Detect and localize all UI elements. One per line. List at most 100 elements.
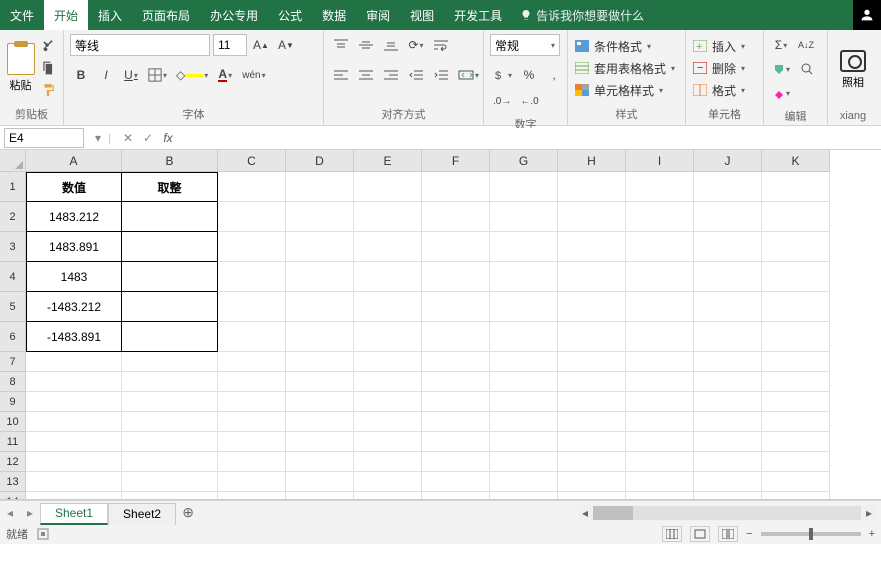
cell-I9[interactable] (626, 392, 694, 412)
row-header-5[interactable]: 5 (0, 292, 26, 322)
cell-C13[interactable] (218, 472, 286, 492)
cell-I3[interactable] (626, 232, 694, 262)
row-header-10[interactable]: 10 (0, 412, 26, 432)
cell-J11[interactable] (694, 432, 762, 452)
col-header-H[interactable]: H (558, 150, 626, 172)
scroll-thumb[interactable] (593, 506, 633, 520)
cell-H11[interactable] (558, 432, 626, 452)
cell-A9[interactable] (26, 392, 122, 412)
cell-G5[interactable] (490, 292, 558, 322)
borders-button[interactable]: ▾ (145, 64, 170, 86)
cell-K2[interactable] (762, 202, 830, 232)
cell-J10[interactable] (694, 412, 762, 432)
cell-G2[interactable] (490, 202, 558, 232)
decrease-decimal-button[interactable]: ←.0 (517, 90, 541, 112)
menu-文件[interactable]: 文件 (0, 0, 44, 30)
menu-开始[interactable]: 开始 (44, 0, 88, 30)
cell-H3[interactable] (558, 232, 626, 262)
format-as-table-button[interactable]: 套用表格格式▾ (574, 58, 675, 78)
zoom-in-button[interactable]: + (869, 528, 875, 540)
cell-K10[interactable] (762, 412, 830, 432)
cell-E3[interactable] (354, 232, 422, 262)
delete-cells-button[interactable]: −删除▾ (692, 58, 745, 78)
fill-color-button[interactable]: ◇▾ (173, 64, 211, 86)
cell-F11[interactable] (422, 432, 490, 452)
cell-J3[interactable] (694, 232, 762, 262)
cell-K13[interactable] (762, 472, 830, 492)
menu-视图[interactable]: 视图 (400, 0, 444, 30)
copy-button[interactable] (39, 59, 57, 77)
cell-E7[interactable] (354, 352, 422, 372)
cell-E13[interactable] (354, 472, 422, 492)
cell-I1[interactable] (626, 172, 694, 202)
cell-H2[interactable] (558, 202, 626, 232)
number-format-select[interactable]: 常规▾ (490, 34, 560, 56)
cell-K8[interactable] (762, 372, 830, 392)
cell-J7[interactable] (694, 352, 762, 372)
cell-D3[interactable] (286, 232, 354, 262)
cell-K3[interactable] (762, 232, 830, 262)
cell-H7[interactable] (558, 352, 626, 372)
sheet-nav-prev[interactable]: ▸ (20, 506, 40, 520)
cell-K1[interactable] (762, 172, 830, 202)
cell-F4[interactable] (422, 262, 490, 292)
cell-A1[interactable]: 数值 (26, 172, 122, 202)
cell-C12[interactable] (218, 452, 286, 472)
sheet-tab-Sheet1[interactable]: Sheet1 (40, 503, 108, 525)
cell-G9[interactable] (490, 392, 558, 412)
cell-F14[interactable] (422, 492, 490, 500)
cell-B12[interactable] (122, 452, 218, 472)
cell-C9[interactable] (218, 392, 286, 412)
cell-H10[interactable] (558, 412, 626, 432)
cell-E2[interactable] (354, 202, 422, 232)
underline-button[interactable]: U▾ (120, 64, 142, 86)
cell-A7[interactable] (26, 352, 122, 372)
namebox-dropdown[interactable]: ▾ (88, 131, 108, 145)
macro-recorder-icon[interactable] (36, 527, 50, 541)
scroll-track[interactable] (593, 506, 861, 520)
cell-G4[interactable] (490, 262, 558, 292)
cell-E9[interactable] (354, 392, 422, 412)
sort-filter-button[interactable]: A↓Z (795, 34, 817, 56)
cell-J6[interactable] (694, 322, 762, 352)
cell-B5[interactable] (122, 292, 218, 322)
percent-button[interactable]: % (518, 64, 540, 86)
phonetic-button[interactable]: wén▾ (239, 64, 268, 86)
find-select-button[interactable] (796, 58, 818, 80)
cell-H1[interactable] (558, 172, 626, 202)
cell-B1[interactable]: 取整 (122, 172, 218, 202)
cell-B7[interactable] (122, 352, 218, 372)
scroll-right-button[interactable]: ▸ (861, 506, 877, 520)
col-header-J[interactable]: J (694, 150, 762, 172)
row-header-9[interactable]: 9 (0, 392, 26, 412)
cell-D2[interactable] (286, 202, 354, 232)
font-size-select[interactable] (213, 34, 247, 56)
cell-K6[interactable] (762, 322, 830, 352)
align-right-button[interactable] (380, 64, 402, 86)
normal-view-button[interactable] (662, 526, 682, 542)
cell-I4[interactable] (626, 262, 694, 292)
font-name-select[interactable] (70, 34, 210, 56)
row-header-12[interactable]: 12 (0, 452, 26, 472)
bold-button[interactable]: B (70, 64, 92, 86)
cell-B6[interactable] (122, 322, 218, 352)
col-header-F[interactable]: F (422, 150, 490, 172)
cell-D5[interactable] (286, 292, 354, 322)
cell-K12[interactable] (762, 452, 830, 472)
cell-F13[interactable] (422, 472, 490, 492)
increase-indent-button[interactable] (430, 64, 452, 86)
font-color-button[interactable]: A▾ (214, 64, 236, 86)
cell-F9[interactable] (422, 392, 490, 412)
enter-formula-button[interactable]: ✓ (138, 131, 158, 145)
zoom-slider[interactable] (761, 532, 861, 536)
cell-J4[interactable] (694, 262, 762, 292)
col-header-G[interactable]: G (490, 150, 558, 172)
merge-center-button[interactable]: ▾ (455, 64, 482, 86)
cell-H6[interactable] (558, 322, 626, 352)
cell-C2[interactable] (218, 202, 286, 232)
cell-F1[interactable] (422, 172, 490, 202)
row-header-2[interactable]: 2 (0, 202, 26, 232)
cell-C10[interactable] (218, 412, 286, 432)
decrease-font-button[interactable]: A▼ (275, 34, 297, 56)
cell-E12[interactable] (354, 452, 422, 472)
